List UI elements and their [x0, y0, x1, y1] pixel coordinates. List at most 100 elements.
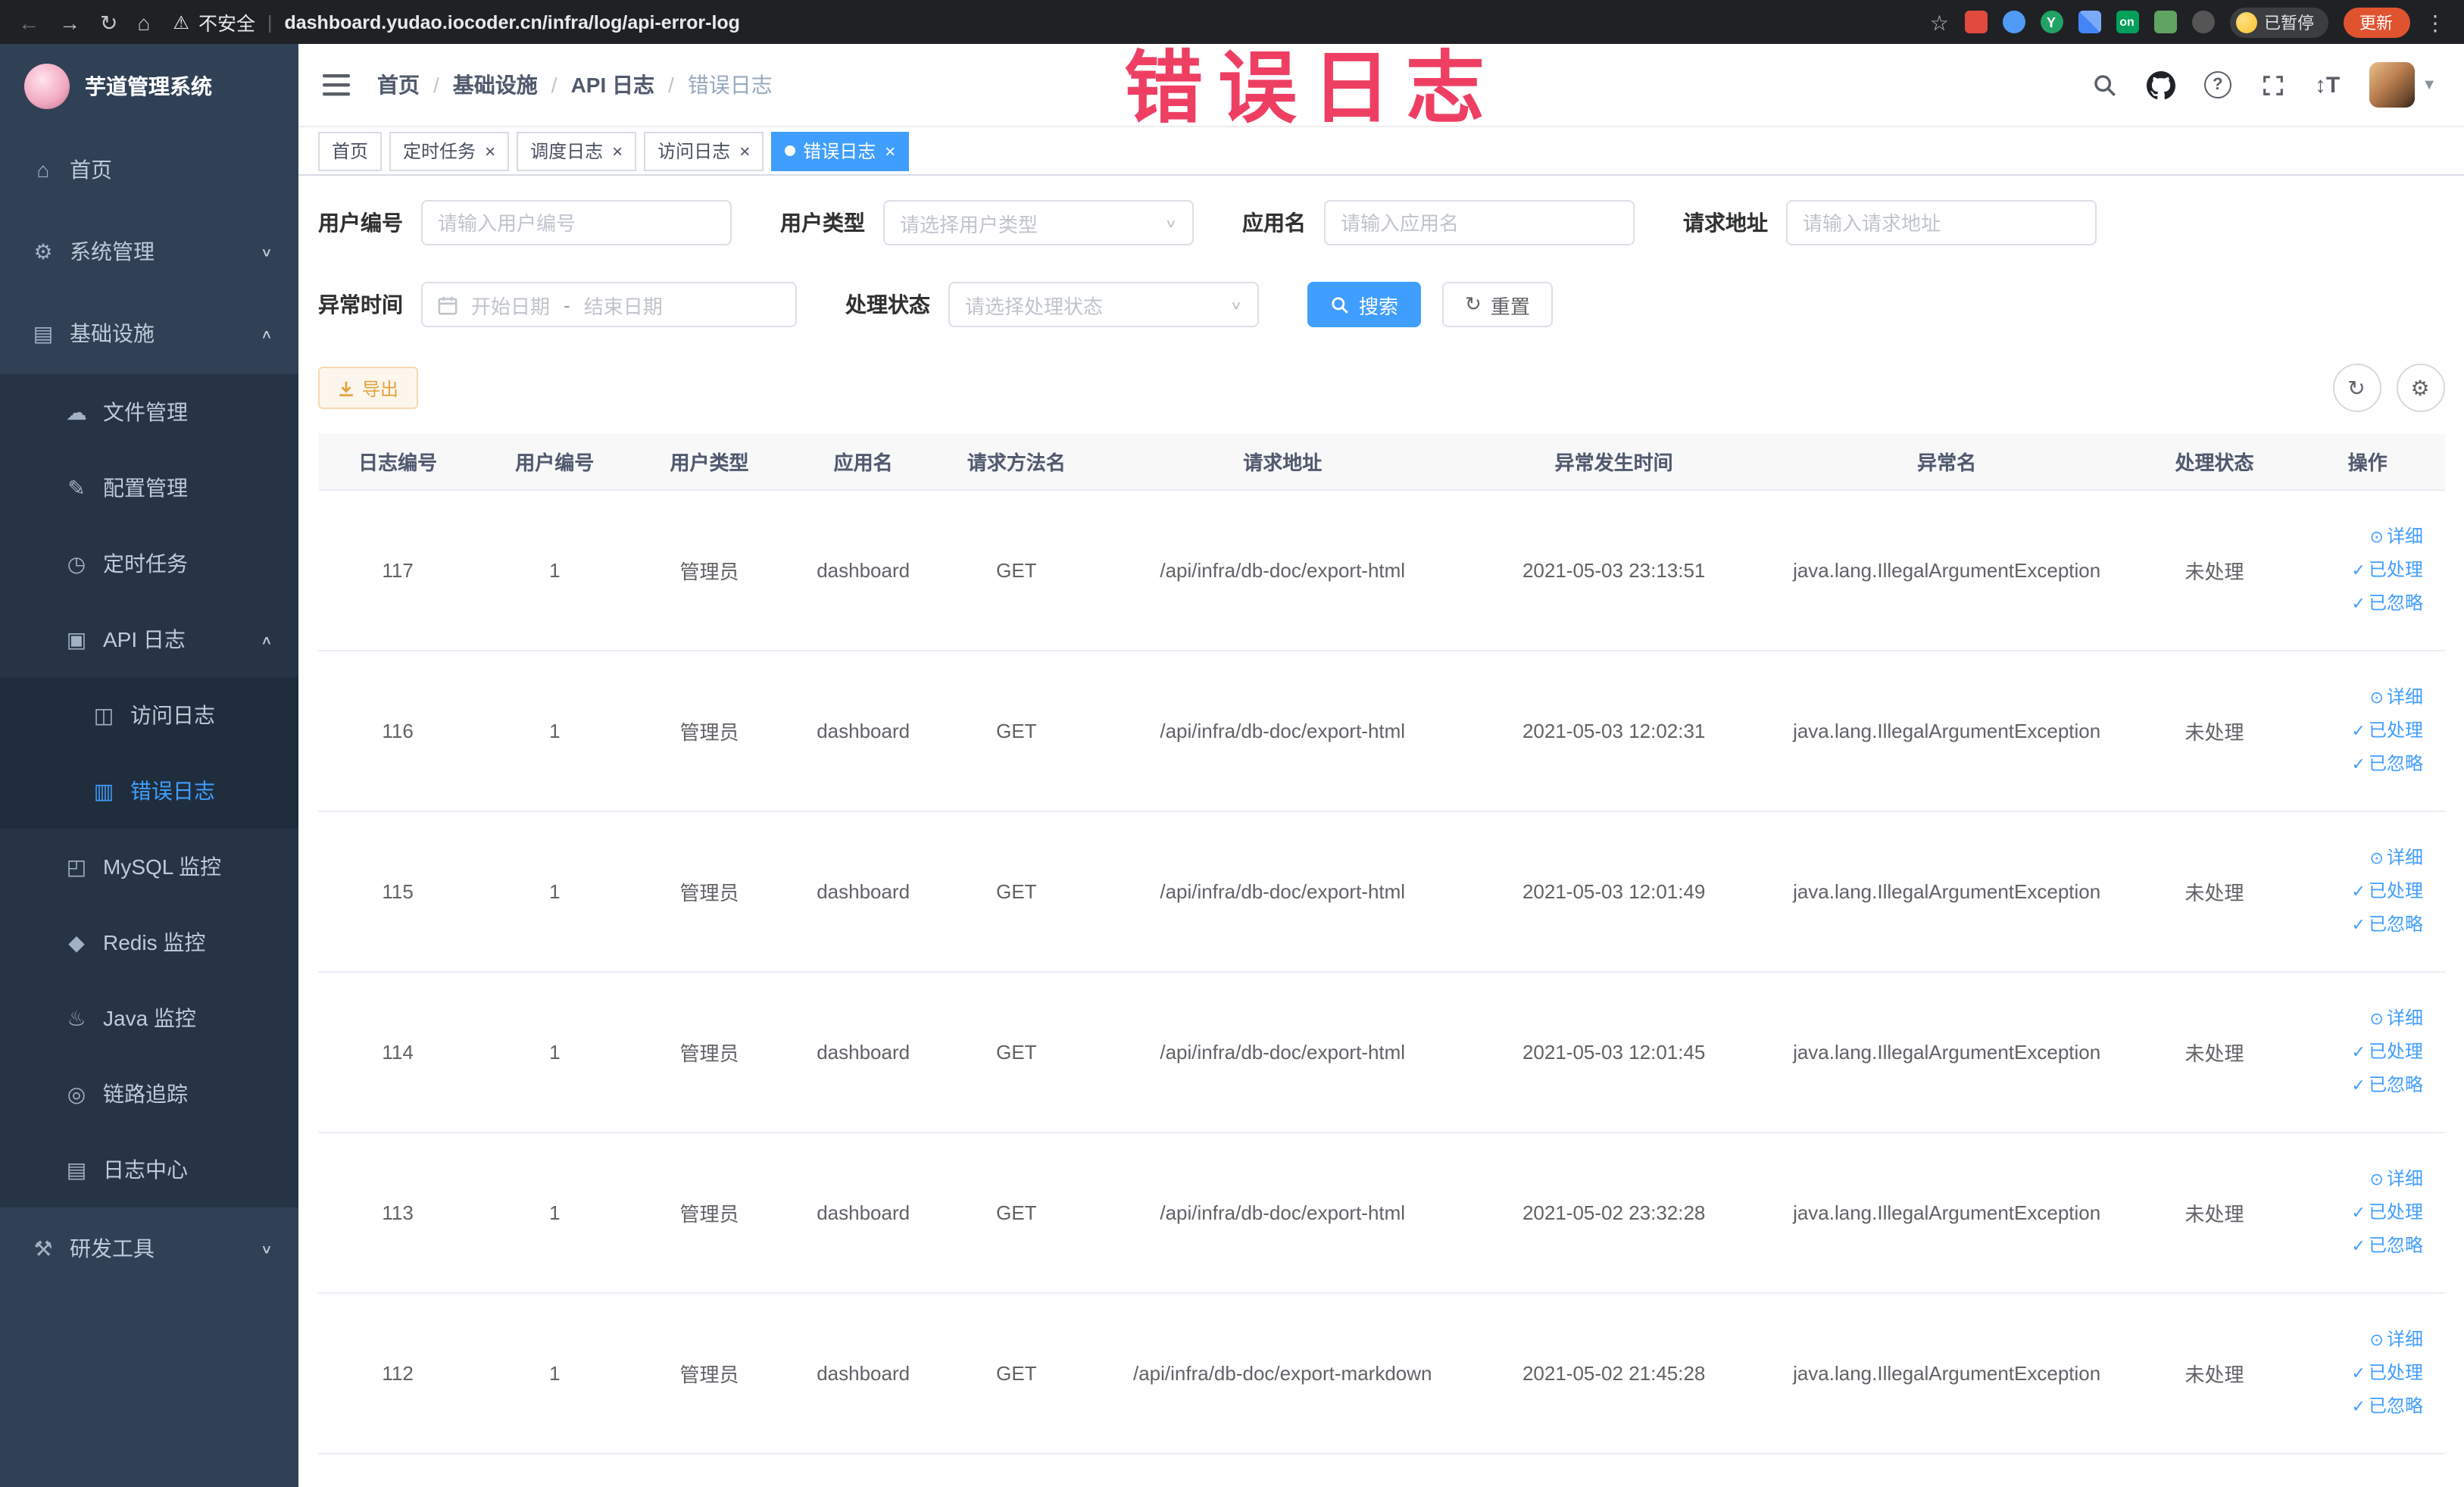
- app-name-input[interactable]: [1324, 200, 1635, 245]
- fullscreen-icon[interactable]: [2260, 72, 2286, 98]
- cell-app: dashboard: [786, 651, 940, 812]
- action-detail-link[interactable]: ⊙ 详细: [2297, 681, 2423, 714]
- sidebar-item-access-log[interactable]: ◫ 访问日志: [0, 677, 298, 753]
- extension-icon[interactable]: [2191, 11, 2214, 33]
- cell-status: 未处理: [2138, 651, 2291, 812]
- reset-button[interactable]: ↻ 重置: [1442, 282, 1553, 327]
- back-icon[interactable]: ←: [18, 11, 39, 33]
- action-detail-link[interactable]: ⊙ 详细: [2297, 842, 2423, 875]
- extension-icon[interactable]: [2078, 11, 2100, 33]
- filter-exception-time: 异常时间 开始日期 - 结束日期: [318, 282, 797, 327]
- breadcrumb-item[interactable]: 首页: [377, 70, 420, 100]
- action-processed-link[interactable]: ✓ 已处理: [2297, 714, 2423, 748]
- action-detail-link-label: 详细: [2386, 525, 2423, 546]
- breadcrumb-item[interactable]: 基础设施: [453, 70, 538, 100]
- extension-icon[interactable]: [2002, 11, 2025, 33]
- extension-icon[interactable]: [2153, 11, 2176, 33]
- action-processed-link[interactable]: ✓ 已处理: [2297, 1196, 2423, 1229]
- tab-close-icon[interactable]: ×: [612, 142, 623, 160]
- action-ignored-link[interactable]: ✓ 已忽略: [2297, 748, 2423, 781]
- action-processed-link[interactable]: ✓ 已处理: [2297, 1357, 2423, 1390]
- search-icon[interactable]: [2092, 72, 2118, 98]
- sidebar-item-java-monitor[interactable]: ♨ Java 监控: [0, 980, 298, 1056]
- github-icon[interactable]: [2146, 70, 2175, 99]
- cell-user-id: 1: [477, 490, 632, 651]
- address-bar[interactable]: ⚠ 不安全 | dashboard.yudao.iocoder.cn/infra…: [173, 8, 1910, 36]
- avatar[interactable]: [2369, 62, 2415, 108]
- action-ignored-link[interactable]: ✓ 已忽略: [2297, 908, 2423, 942]
- action-ignored-link[interactable]: ✓ 已忽略: [2297, 1069, 2423, 1102]
- extension-icon[interactable]: Y: [2040, 11, 2063, 33]
- action-detail-link[interactable]: ⊙ 详细: [2297, 1002, 2423, 1036]
- export-button[interactable]: 导出: [318, 367, 419, 409]
- cell-id: 113: [318, 1132, 478, 1294]
- tab-job-log[interactable]: 调度日志 ×: [517, 131, 637, 170]
- action-processed-link[interactable]: ✓ 已处理: [2297, 554, 2423, 587]
- font-size-icon[interactable]: ↕T: [2315, 72, 2340, 98]
- tab-close-icon[interactable]: ×: [485, 142, 495, 160]
- tab-close-icon[interactable]: ×: [885, 142, 895, 160]
- refresh-icon[interactable]: ↻: [2332, 364, 2381, 412]
- extension-icon[interactable]: [1964, 11, 1987, 33]
- sidebar-item-home[interactable]: ⌂ 首页: [0, 129, 298, 211]
- help-icon[interactable]: ?: [2203, 71, 2231, 98]
- paused-badge[interactable]: 已暂停: [2229, 7, 2328, 37]
- clock-icon: ◷: [67, 551, 86, 575]
- table-row: 115 1 管理员 dashboard GET/api/infra/db-doc/exp…: [318, 811, 2444, 973]
- cell-actions: ⊙ 详细 ✓ 已处理 ✓ 已忽略: [2291, 811, 2444, 973]
- forward-icon[interactable]: →: [59, 11, 80, 33]
- eye-icon: ⊙: [2369, 528, 2384, 546]
- sidebar-item-config-mgmt[interactable]: ✎ 配置管理: [0, 450, 298, 526]
- hamburger-icon[interactable]: [323, 73, 350, 97]
- sidebar-item-log-center[interactable]: ▤ 日志中心: [0, 1132, 298, 1207]
- column-settings-icon[interactable]: ⚙: [2396, 364, 2444, 412]
- eye-icon: ⊙: [2369, 1010, 2384, 1028]
- sidebar-item-dev-tools[interactable]: ⚒ 研发工具 ∨: [0, 1207, 298, 1289]
- sidebar-item-api-log[interactable]: ▣ API 日志 ∧: [0, 601, 298, 677]
- breadcrumb-item[interactable]: API 日志: [571, 70, 654, 100]
- process-status-select[interactable]: 请选择处理状态 ∨: [948, 282, 1259, 327]
- action-processed-link[interactable]: ✓ 已处理: [2297, 1036, 2423, 1069]
- java-icon: ♨: [67, 1005, 86, 1029]
- home-icon[interactable]: ⌂: [137, 11, 150, 33]
- request-url-input[interactable]: [1786, 200, 2097, 245]
- sidebar-item-mysql-monitor[interactable]: ◰ MySQL 监控: [0, 829, 298, 904]
- tab-error-log[interactable]: 错误日志 ×: [771, 131, 910, 170]
- tab-close-icon[interactable]: ×: [739, 142, 750, 160]
- sidebar-item-redis-monitor[interactable]: ◆ Redis 监控: [0, 904, 298, 980]
- action-detail-link[interactable]: ⊙ 详细: [2297, 1323, 2423, 1357]
- date-range-picker[interactable]: 开始日期 - 结束日期: [421, 282, 797, 327]
- sidebar-item-job[interactable]: ◷ 定时任务: [0, 526, 298, 601]
- user-id-input[interactable]: [421, 200, 732, 245]
- column-header: 处理状态: [2138, 433, 2291, 491]
- action-ignored-link[interactable]: ✓ 已忽略: [2297, 587, 2423, 620]
- security-indicator[interactable]: ⚠ 不安全: [173, 8, 255, 36]
- cell-id: 112: [318, 1293, 478, 1454]
- log-center-icon: ▤: [66, 1157, 87, 1181]
- kebab-menu-icon[interactable]: ⋮: [2425, 11, 2446, 33]
- extension-icon[interactable]: on: [2116, 11, 2138, 33]
- action-processed-link[interactable]: ✓ 已处理: [2297, 875, 2423, 908]
- sidebar-item-error-log[interactable]: ▥ 错误日志: [0, 753, 298, 829]
- bookmark-star-icon[interactable]: ☆: [1930, 11, 1949, 33]
- reload-icon[interactable]: ↻: [100, 11, 117, 33]
- tab-home[interactable]: 首页: [318, 131, 383, 170]
- breadcrumb: 首页 / 基础设施 / API 日志 / 错误日志: [377, 70, 773, 100]
- logo-avatar: [24, 64, 70, 109]
- sidebar-item-infrastructure[interactable]: ▤ 基础设施 ∧: [0, 292, 298, 374]
- cell-actions: ⊙ 详细 ✓ 已处理 ✓ 已忽略: [2291, 490, 2444, 651]
- action-ignored-link[interactable]: ✓ 已忽略: [2297, 1229, 2423, 1263]
- user-type-select[interactable]: 请选择用户类型 ∨: [883, 200, 1194, 245]
- action-ignored-link[interactable]: ✓ 已忽略: [2297, 1390, 2423, 1423]
- user-menu[interactable]: ▼: [2369, 62, 2437, 108]
- update-button[interactable]: 更新: [2343, 7, 2409, 37]
- sidebar-item-trace[interactable]: ◎ 链路追踪: [0, 1056, 298, 1132]
- search-button[interactable]: 搜索: [1307, 282, 1422, 327]
- tab-access-log[interactable]: 访问日志 ×: [644, 131, 764, 170]
- action-detail-link[interactable]: ⊙ 详细: [2297, 1163, 2423, 1196]
- tab-job[interactable]: 定时任务 ×: [389, 131, 510, 170]
- sidebar-item-system-mgmt[interactable]: ⚙ 系统管理 ∨: [0, 211, 298, 292]
- check-icon: ✓: [2351, 755, 2366, 773]
- action-detail-link[interactable]: ⊙ 详细: [2297, 520, 2423, 554]
- sidebar-item-file-mgmt[interactable]: ☁ 文件管理: [0, 374, 298, 450]
